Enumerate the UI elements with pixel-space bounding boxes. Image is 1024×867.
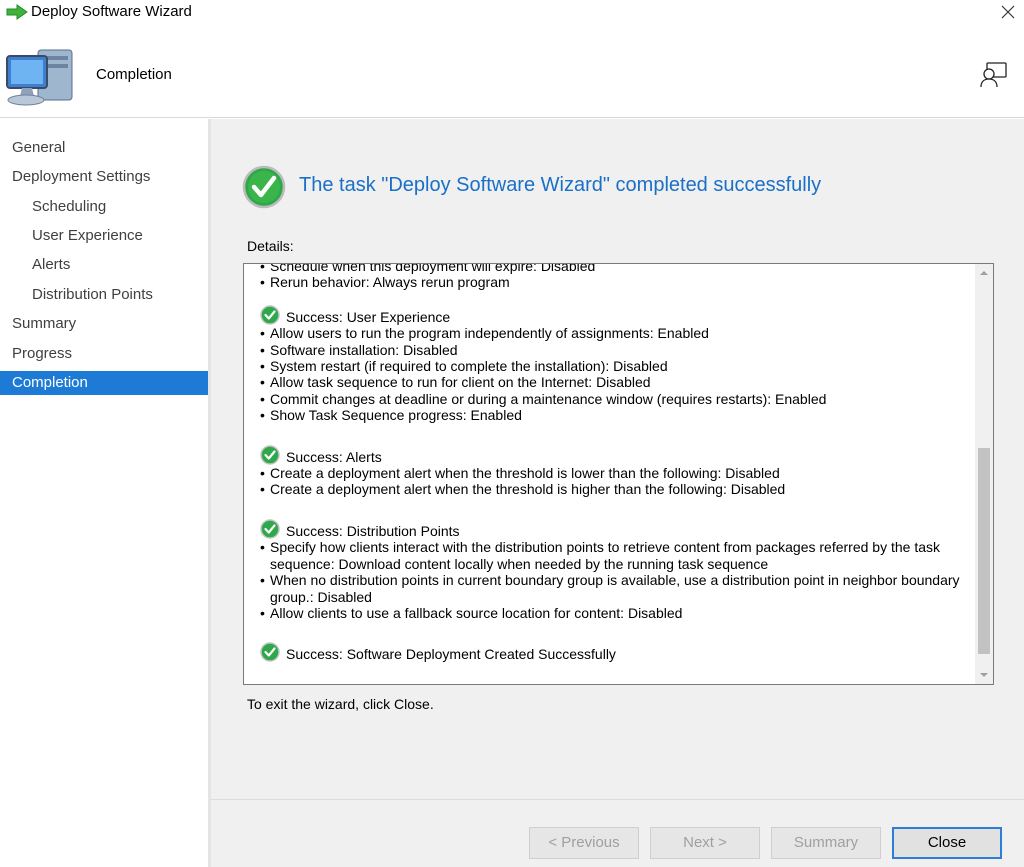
section-title: Success: Alerts	[286, 448, 382, 465]
detail-bullet: Create a deployment alert when the thres…	[260, 481, 972, 498]
section-title: Success: Distribution Points	[286, 522, 460, 539]
nav-item-alerts[interactable]: Alerts	[0, 253, 208, 277]
success-check-icon	[260, 519, 280, 539]
wizard-footer: < Previous Next > Summary Close	[211, 799, 1024, 867]
detail-bullet: Show Task Sequence progress: Enabled	[260, 407, 972, 424]
scroll-down-arrow-icon[interactable]	[975, 666, 993, 684]
details-textbox[interactable]: Schedule when this deployment will expir…	[243, 263, 994, 685]
wizard-header: Completion	[0, 26, 1024, 118]
window-title: Deploy Software Wizard	[31, 3, 192, 20]
details-label: Details:	[247, 238, 294, 254]
detail-section-alerts: Success: Alerts	[260, 444, 972, 465]
detail-bullet: System restart (if required to complete …	[260, 358, 972, 375]
summary-button[interactable]: Summary	[771, 827, 881, 859]
detail-bullet: Commit changes at deadline or during a m…	[260, 391, 972, 408]
nav-item-general[interactable]: General	[0, 136, 208, 160]
detail-bullet: Allow users to run the program independe…	[260, 325, 972, 342]
detail-bullet: Allow task sequence to run for client on…	[260, 374, 972, 391]
success-check-icon	[242, 165, 286, 209]
wizard-nav: General Deployment Settings Scheduling U…	[0, 119, 208, 867]
previous-button[interactable]: < Previous	[529, 827, 639, 859]
detail-bullet: Allow clients to use a fallback source l…	[260, 605, 972, 622]
nav-item-distribution-points[interactable]: Distribution Points	[0, 283, 208, 307]
nav-item-summary[interactable]: Summary	[0, 312, 208, 336]
detail-bullet: Software installation: Disabled	[260, 342, 972, 359]
detail-section-distribution-points: Success: Distribution Points	[260, 519, 972, 539]
completion-status: The task "Deploy Software Wizard" comple…	[299, 174, 822, 196]
detail-bullet: When no distribution points in current b…	[260, 572, 972, 605]
detail-section-deployment-created: Success: Software Deployment Created Suc…	[260, 642, 972, 663]
nav-item-deployment-settings[interactable]: Deployment Settings	[0, 165, 208, 189]
nav-item-progress[interactable]: Progress	[0, 342, 208, 366]
detail-bullet: Create a deployment alert when the thres…	[260, 465, 972, 482]
computer-icon	[6, 49, 73, 106]
next-button[interactable]: Next >	[650, 827, 760, 859]
detail-bullet: Rerun behavior: Always rerun program	[260, 274, 972, 291]
detail-bullet: Schedule when this deployment will expir…	[260, 264, 972, 275]
success-check-icon	[260, 444, 280, 465]
nav-item-user-experience[interactable]: User Experience	[0, 224, 208, 248]
detail-section-user-experience: Success: User Experience	[260, 305, 972, 325]
close-button[interactable]: Close	[892, 827, 1002, 859]
title-bar: Deploy Software Wizard	[0, 0, 1024, 26]
page-title: Completion	[96, 66, 172, 83]
success-check-icon	[260, 305, 280, 325]
scrollbar-thumb[interactable]	[978, 448, 990, 654]
success-check-icon	[260, 642, 280, 663]
nav-item-scheduling[interactable]: Scheduling	[0, 195, 208, 219]
green-arrow-icon	[6, 4, 28, 20]
main-panel: The task "Deploy Software Wizard" comple…	[211, 119, 1024, 799]
details-scrollbar[interactable]	[975, 264, 993, 684]
feedback-icon[interactable]	[978, 61, 1008, 89]
nav-item-completion[interactable]: Completion	[0, 371, 208, 395]
scroll-up-arrow-icon[interactable]	[975, 264, 993, 282]
detail-bullet: Specify how clients interact with the di…	[260, 539, 972, 572]
section-title: Success: User Experience	[286, 308, 451, 325]
exit-instruction: To exit the wizard, click Close.	[247, 696, 434, 712]
close-icon[interactable]	[990, 0, 1024, 26]
details-content: Schedule when this deployment will expir…	[260, 264, 972, 663]
section-title: Success: Software Deployment Created Suc…	[286, 646, 616, 663]
